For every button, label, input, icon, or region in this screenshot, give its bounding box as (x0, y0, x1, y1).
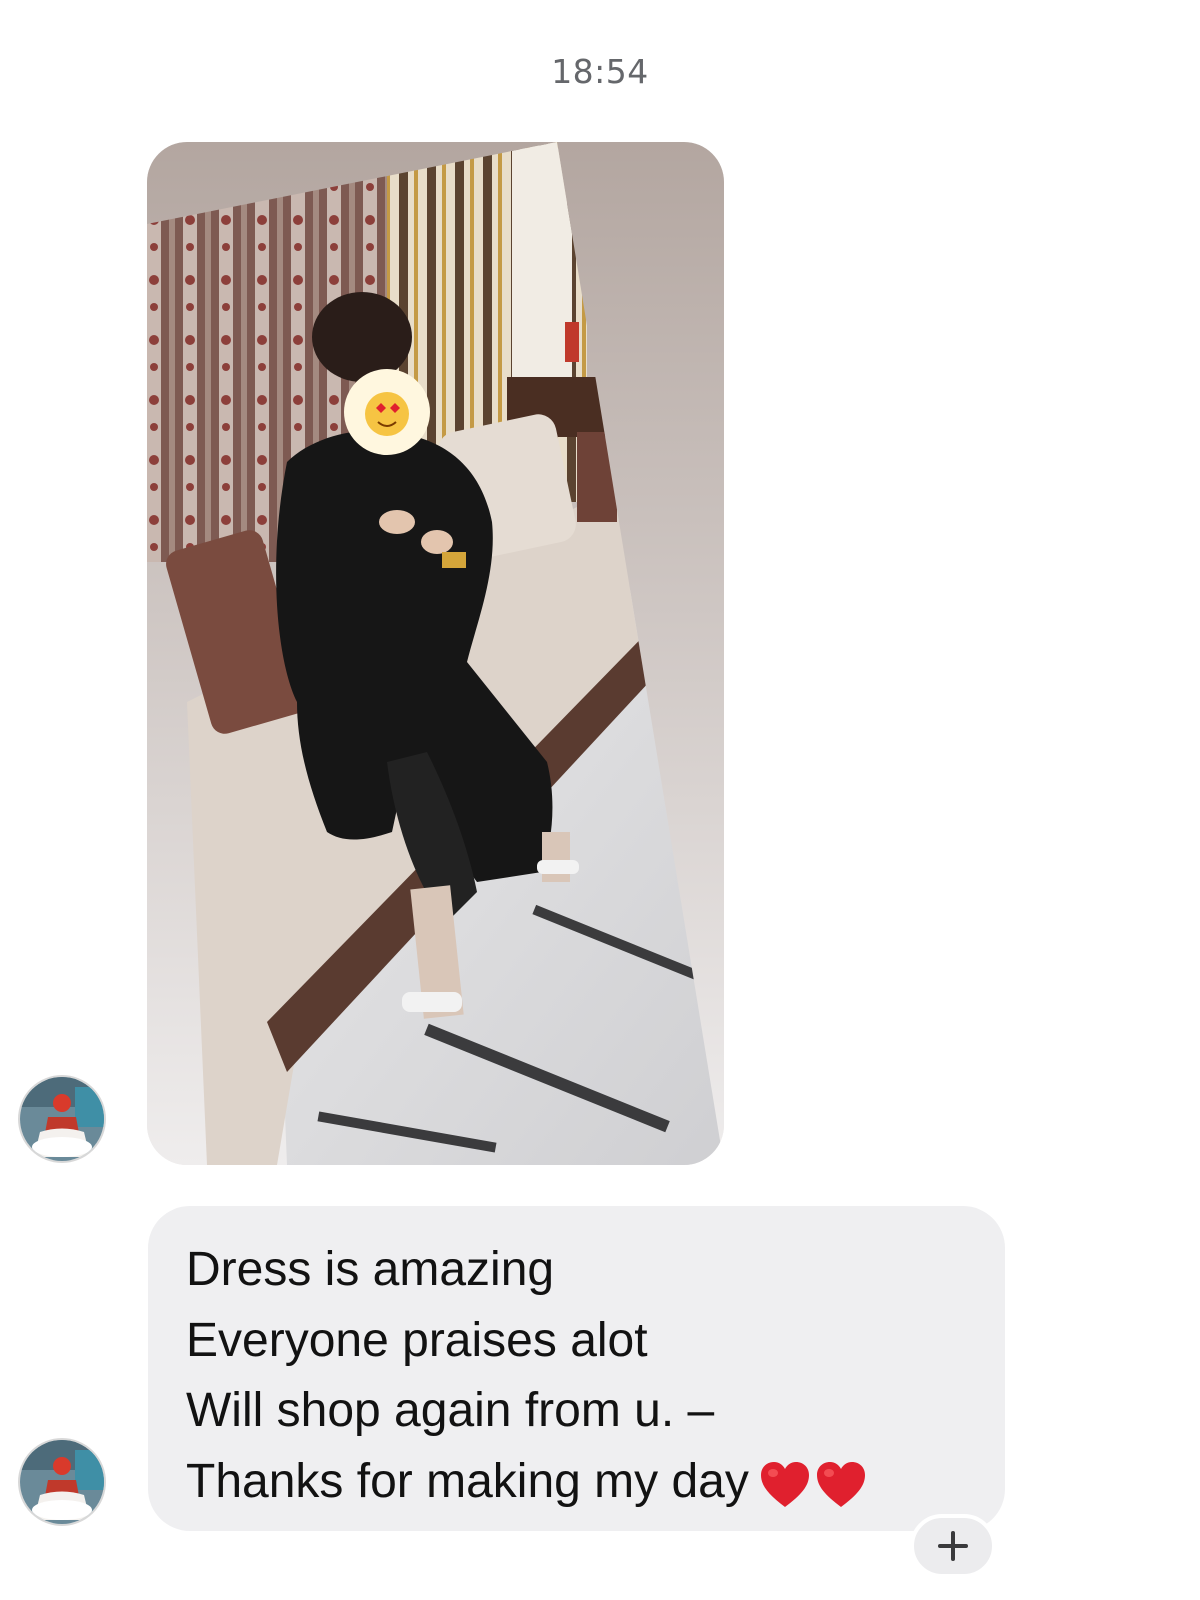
message-line: Thanks for making my day (186, 1454, 749, 1508)
message-line-with-emoji: Thanks for making my day (186, 1447, 985, 1530)
text-message[interactable]: Dress is amazing Everyone praises alot W… (148, 1206, 1005, 1531)
photo-image (147, 142, 724, 1165)
avatar-image (20, 1077, 104, 1161)
red-heart-icon (815, 1459, 867, 1530)
message-line: Everyone praises alot (186, 1313, 648, 1367)
chat-screen: 18:54 Dress is amazing Everyone praises … (0, 0, 1200, 1600)
red-heart-icon (759, 1459, 811, 1530)
add-reaction-button[interactable] (910, 1514, 996, 1578)
contact-avatar[interactable] (18, 1438, 106, 1526)
contact-avatar[interactable] (18, 1075, 106, 1163)
photo-message[interactable] (147, 142, 724, 1165)
message-line: Will shop again from u. – (186, 1384, 715, 1437)
message-timestamp: 18:54 (551, 52, 649, 91)
avatar-image (20, 1440, 104, 1524)
message-line: Dress is amazing (186, 1243, 555, 1296)
plus-icon (938, 1531, 968, 1561)
